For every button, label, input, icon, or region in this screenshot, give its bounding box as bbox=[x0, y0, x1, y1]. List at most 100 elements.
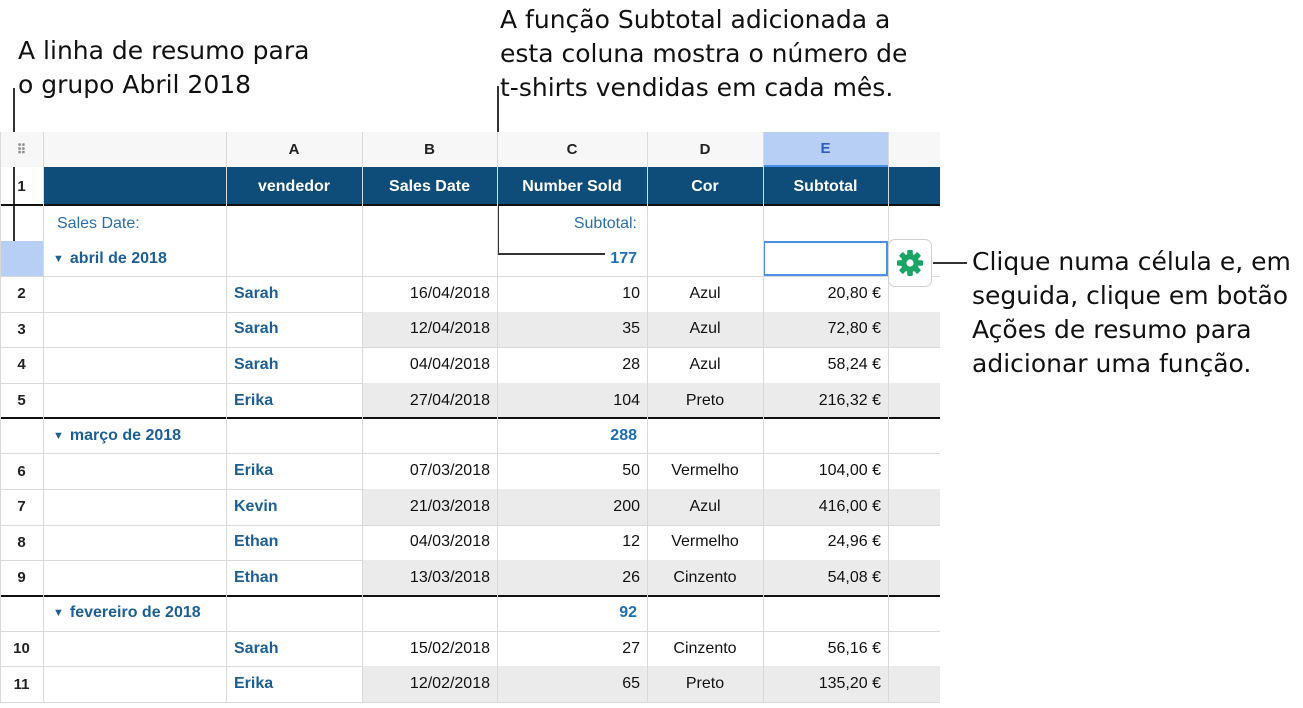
select-all-grip[interactable]: ⠿ bbox=[0, 132, 43, 167]
row-number[interactable]: 1 bbox=[0, 167, 43, 206]
group-subtotal-value[interactable]: 288 bbox=[497, 418, 647, 453]
body-cell-blank[interactable] bbox=[43, 631, 226, 667]
column-header-c[interactable]: C bbox=[497, 132, 647, 167]
header-cell-sales-date[interactable]: Sales Date bbox=[362, 167, 497, 206]
body-cell-blank[interactable] bbox=[43, 525, 226, 561]
header-cell-extra[interactable] bbox=[888, 167, 940, 206]
cell-sales-date[interactable]: 27/04/2018 bbox=[362, 382, 497, 419]
cell-subtotal[interactable]: 24,96 € bbox=[763, 525, 888, 561]
group-label[interactable]: ▼ abril de 2018 bbox=[43, 241, 362, 276]
body-cell-blank[interactable] bbox=[43, 560, 226, 596]
body-cell-blank[interactable] bbox=[43, 347, 226, 383]
cell-number-sold[interactable]: 50 bbox=[497, 453, 647, 489]
cell-sales-date[interactable]: 21/03/2018 bbox=[362, 489, 497, 525]
cell-subtotal[interactable]: 56,16 € bbox=[763, 631, 888, 667]
cell-cor[interactable]: Azul bbox=[647, 311, 763, 348]
body-cell-extra[interactable] bbox=[888, 631, 940, 667]
collapse-triangle-icon[interactable]: ▼ bbox=[53, 607, 64, 619]
cell-vendedor[interactable]: Sarah bbox=[226, 347, 362, 383]
cell-sales-date[interactable]: 07/03/2018 bbox=[362, 453, 497, 489]
cell-number-sold[interactable]: 200 bbox=[497, 489, 647, 525]
cell-vendedor[interactable]: Erika bbox=[226, 666, 362, 702]
cell-vendedor[interactable]: Sarah bbox=[226, 312, 362, 348]
header-cell-cor[interactable]: Cor bbox=[647, 167, 763, 206]
cell-cor[interactable]: Preto bbox=[647, 666, 763, 702]
body-cell-extra[interactable] bbox=[888, 560, 940, 596]
body-cell-blank[interactable] bbox=[43, 312, 226, 348]
cell-subtotal[interactable]: 416,00 € bbox=[763, 489, 888, 525]
row-number[interactable]: 8 bbox=[0, 525, 43, 561]
cell-number-sold[interactable]: 26 bbox=[497, 560, 647, 596]
column-header-b[interactable]: B bbox=[362, 132, 497, 167]
cell-sales-date[interactable]: 04/04/2018 bbox=[362, 347, 497, 383]
collapse-triangle-icon[interactable]: ▼ bbox=[53, 253, 64, 265]
body-cell-extra[interactable] bbox=[888, 666, 940, 702]
row-number[interactable]: 10 bbox=[0, 631, 43, 667]
cell-number-sold[interactable]: 104 bbox=[497, 382, 647, 419]
cell-cor[interactable]: Preto bbox=[647, 382, 763, 419]
header-cell-number-sold[interactable]: Number Sold bbox=[497, 167, 647, 206]
cell-sales-date[interactable]: 15/02/2018 bbox=[362, 631, 497, 667]
row-number[interactable]: 11 bbox=[0, 666, 43, 702]
group-subtotal-value[interactable]: 177 bbox=[497, 241, 647, 276]
summary-actions-button[interactable] bbox=[888, 239, 932, 287]
cell-number-sold[interactable]: 27 bbox=[497, 631, 647, 667]
body-cell-extra[interactable] bbox=[888, 525, 940, 561]
selected-cell[interactable] bbox=[763, 241, 888, 276]
column-header-d[interactable]: D bbox=[647, 132, 763, 167]
column-header-a[interactable]: A bbox=[226, 132, 362, 167]
group-label[interactable]: ▼ fevereiro de 2018 bbox=[43, 596, 362, 631]
row-number[interactable]: 5 bbox=[0, 383, 43, 419]
cell-vendedor[interactable]: Ethan bbox=[226, 525, 362, 561]
summary-row-number[interactable] bbox=[0, 241, 43, 276]
cell-vendedor[interactable]: Kevin bbox=[226, 489, 362, 525]
body-cell-blank[interactable] bbox=[43, 489, 226, 525]
cell-number-sold[interactable]: 35 bbox=[497, 311, 647, 348]
cell-sales-date[interactable]: 12/04/2018 bbox=[362, 311, 497, 348]
summary-row-number[interactable] bbox=[0, 418, 43, 453]
row-number[interactable]: 9 bbox=[0, 560, 43, 596]
cell-number-sold[interactable]: 65 bbox=[497, 666, 647, 702]
header-cell-blank[interactable] bbox=[43, 167, 226, 206]
header-cell-subtotal[interactable]: Subtotal bbox=[763, 167, 888, 206]
cell-subtotal[interactable]: 104,00 € bbox=[763, 453, 888, 489]
collapse-triangle-icon[interactable]: ▼ bbox=[53, 430, 64, 442]
row-number[interactable]: 7 bbox=[0, 489, 43, 525]
cell-cor[interactable]: Cinzento bbox=[647, 631, 763, 667]
row-number[interactable]: 3 bbox=[0, 312, 43, 348]
cell-sales-date[interactable]: 13/03/2018 bbox=[362, 560, 497, 596]
body-cell-blank[interactable] bbox=[43, 666, 226, 702]
header-cell-vendedor[interactable]: vendedor bbox=[226, 167, 362, 206]
cell-subtotal[interactable]: 58,24 € bbox=[763, 347, 888, 383]
cell-vendedor[interactable]: Ethan bbox=[226, 560, 362, 596]
column-header-e[interactable]: E bbox=[763, 132, 888, 167]
body-cell-extra[interactable] bbox=[888, 489, 940, 525]
cell-sales-date[interactable]: 12/02/2018 bbox=[362, 666, 497, 702]
cell-vendedor[interactable]: Erika bbox=[226, 453, 362, 489]
row-number[interactable]: 6 bbox=[0, 453, 43, 489]
cell-vendedor[interactable]: Sarah bbox=[226, 276, 362, 312]
cell-cor[interactable]: Azul bbox=[647, 276, 763, 312]
cell-sales-date[interactable]: 04/03/2018 bbox=[362, 525, 497, 561]
cell-subtotal[interactable]: 72,80 € bbox=[763, 311, 888, 348]
cell-cor[interactable]: Vermelho bbox=[647, 453, 763, 489]
cell-subtotal[interactable]: 54,08 € bbox=[763, 560, 888, 596]
body-cell-blank[interactable] bbox=[43, 276, 226, 312]
cell-subtotal[interactable]: 135,20 € bbox=[763, 666, 888, 702]
cell-cor[interactable]: Azul bbox=[647, 489, 763, 525]
cell-subtotal[interactable]: 216,32 € bbox=[763, 382, 888, 419]
body-cell-blank[interactable] bbox=[43, 453, 226, 489]
body-cell-extra[interactable] bbox=[888, 453, 940, 489]
cell-vendedor[interactable]: Erika bbox=[226, 383, 362, 419]
cell-subtotal[interactable]: 20,80 € bbox=[763, 276, 888, 312]
cell-cor[interactable]: Azul bbox=[647, 347, 763, 383]
cell-number-sold[interactable]: 10 bbox=[497, 276, 647, 312]
cell-cor[interactable]: Cinzento bbox=[647, 560, 763, 596]
row-number[interactable]: 4 bbox=[0, 347, 43, 383]
body-cell-blank[interactable] bbox=[43, 383, 226, 419]
group-label[interactable]: ▼ março de 2018 bbox=[43, 418, 362, 453]
cell-number-sold[interactable]: 12 bbox=[497, 525, 647, 561]
body-cell-extra[interactable] bbox=[888, 347, 940, 383]
cell-number-sold[interactable]: 28 bbox=[497, 347, 647, 383]
cell-cor[interactable]: Vermelho bbox=[647, 525, 763, 561]
